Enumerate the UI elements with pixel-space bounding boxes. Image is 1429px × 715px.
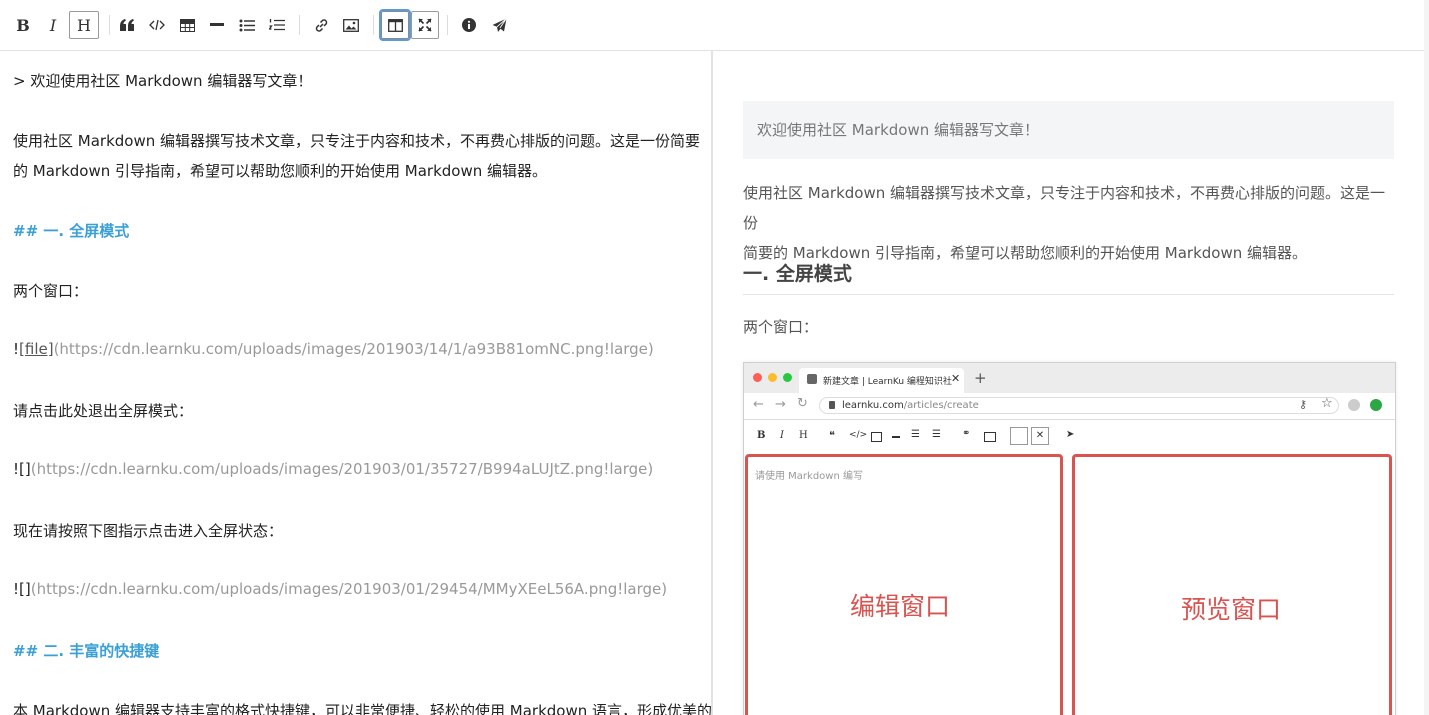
browser-address-bar: ← → ↻ learnku.com/articles/create ⚷ ☆ [744,393,1395,420]
new-tab-icon: + [974,369,987,387]
tab-close-icon: ✕ [951,372,961,385]
editor-line: 请点击此处退出全屏模式： [13,402,194,420]
editor-image-line: ![](https://cdn.learnku.com/uploads/imag… [13,580,667,598]
italic-button[interactable]: I [39,11,67,39]
markdown-preview: 欢迎使用社区 Markdown 编辑器写文章！ 使用社区 Markdown 编辑… [713,51,1424,715]
browser-tab-bar: 新建文章 | LearnKu 编程知识社 ✕ + [744,363,1395,393]
embedded-ordered-list-icon: ☰ [932,429,941,440]
embedded-fullscreen-icon: ✕ [1031,427,1049,445]
unordered-list-icon[interactable] [233,11,261,39]
star-icon: ☆ [1321,396,1333,411]
window-edge [1424,0,1429,715]
code-icon[interactable] [143,11,171,39]
tab-title: 新建文章 | LearnKu 编程知识社 [823,377,952,387]
editor-heading: ## 一. 全屏模式 [13,222,130,240]
markdown-editor[interactable]: > 欢迎使用社区 Markdown 编辑器写文章！ 使用社区 Markdown … [0,51,711,715]
url-path: /articles/create [903,400,979,411]
image-alt: [file] [19,340,54,358]
preview-window-label: 预览窗口 [1181,595,1282,624]
embedded-link-icon: ⚭ [962,428,971,439]
editor-line: 本 Markdown 编辑器支持丰富的格式快捷键，可以非常便捷、轻松的使用 Ma… [13,702,711,715]
editor-line: > 欢迎使用社区 Markdown 编辑器写文章！ [13,72,313,90]
embedded-bold: B [757,430,766,441]
editor-line: 现在请按照下图指示点击进入全屏状态： [13,522,284,540]
bold-button[interactable]: B [9,11,37,39]
embedded-heading: H [799,430,808,441]
extension-icon [1370,399,1382,411]
edit-window-highlight: 请使用 Markdown 编写 编辑窗口 [745,454,1063,715]
preview-heading: 一. 全屏模式 [743,259,1394,295]
editor-line: 两个窗口： [13,282,89,300]
image-prefix: ![] [13,580,31,598]
horizontal-rule-icon[interactable] [203,11,231,39]
image-prefix: ![] [13,460,31,478]
browser-tab: 新建文章 | LearnKu 编程知识社 ✕ [799,368,964,393]
maximize-dot-icon [783,373,792,382]
embedded-toolbar: B I H ❝ </> ☰ ☰ ⚭ ✕ ➤ [744,420,1395,452]
minimize-dot-icon [768,373,777,382]
embedded-publish-icon: ➤ [1066,429,1075,440]
side-by-side-icon[interactable] [381,11,409,39]
editor-image-line: ![file](https://cdn.learnku.com/uploads/… [13,340,654,358]
image-url: (https://cdn.learnku.com/uploads/images/… [30,580,668,598]
preview-paragraph: 使用社区 Markdown 编辑器撰写技术文章，只专注于内容和技术，不再费心排版… [743,178,1398,268]
publish-icon[interactable] [485,11,513,39]
preview-paragraph: 两个窗口： [743,318,819,336]
site-favicon-icon [807,374,817,384]
embedded-code-icon: </> [849,430,868,440]
embedded-side-by-side-icon [1010,427,1028,445]
image-url: (https://cdn.learnku.com/uploads/images/… [30,460,654,478]
link-icon[interactable] [307,11,335,39]
url-field: learnku.com/articles/create [819,397,1339,414]
embedded-hr-icon [892,436,900,438]
quote-icon[interactable] [113,11,141,39]
back-icon: ← [753,397,764,412]
editor-image-line: ![](https://cdn.learnku.com/uploads/imag… [13,460,653,478]
url-host: learnku.com [842,400,904,411]
info-icon[interactable] [455,11,483,39]
embedded-quote-icon: ❝ [829,429,835,442]
editor-heading: ## 二. 丰富的快捷键 [13,642,160,660]
table-icon[interactable] [173,11,201,39]
preview-window-highlight: 预览窗口 [1072,454,1392,715]
heading-button[interactable]: H [69,11,99,39]
forward-icon: → [775,397,786,412]
toolbar-separator [373,15,374,35]
toolbar-separator [109,15,110,35]
preview-image: 新建文章 | LearnKu 编程知识社 ✕ + ← → ↻ learnku.c… [743,362,1396,715]
embedded-placeholder: 请使用 Markdown 编写 [755,471,863,482]
ordered-list-icon[interactable] [263,11,291,39]
preview-paragraph-line: 使用社区 Markdown 编辑器撰写技术文章，只专注于内容和技术，不再费心排版… [743,184,1386,232]
extension-icon [1348,399,1360,411]
key-icon: ⚷ [1299,398,1308,411]
edit-window-label: 编辑窗口 [850,592,951,621]
lock-icon [829,401,835,409]
embedded-table-icon [871,432,882,442]
editor-line: 的 Markdown 引导指南，希望可以帮助您顺利的开始使用 Markdown … [13,162,547,180]
editor-line: 使用社区 Markdown 编辑器撰写技术文章，只专注于内容和技术，不再费心排版… [13,132,701,150]
editor-toolbar: B I H [0,0,1424,51]
image-url: (https://cdn.learnku.com/uploads/images/… [53,340,654,358]
preview-blockquote: 欢迎使用社区 Markdown 编辑器写文章！ [743,101,1394,159]
image-icon[interactable] [337,11,365,39]
embedded-italic: I [780,430,784,441]
fullscreen-icon[interactable] [411,11,439,39]
reload-icon: ↻ [797,396,808,411]
toolbar-separator [447,15,448,35]
toolbar-separator [299,15,300,35]
embedded-image-icon [984,432,996,442]
embedded-list-icon: ☰ [911,429,920,440]
close-dot-icon [753,373,762,382]
